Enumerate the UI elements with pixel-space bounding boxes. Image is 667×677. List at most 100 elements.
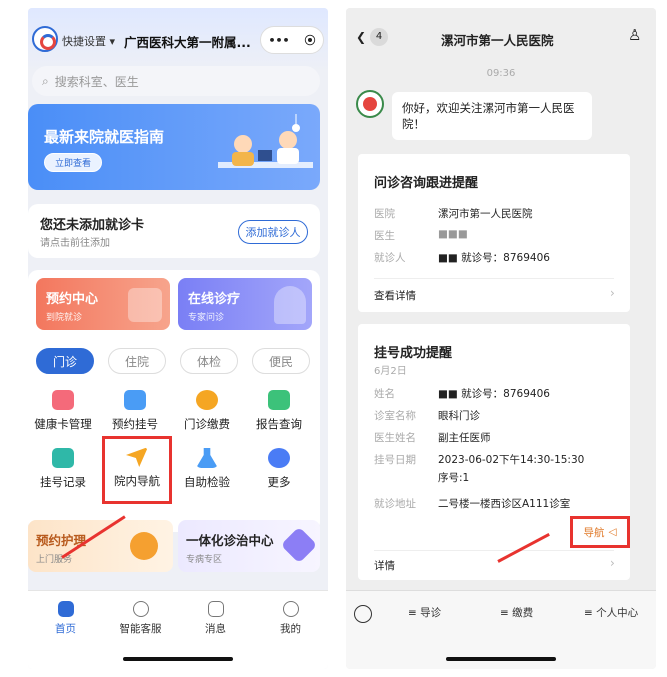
back-button[interactable]: ❮ 4 (356, 28, 389, 46)
quick-settings-label: 快捷设置 (62, 35, 106, 48)
booking-center-card[interactable]: 预约中心 到院就诊 (36, 278, 170, 330)
calendar-icon (128, 288, 162, 322)
appointment-item[interactable]: 预约挂号 (100, 390, 170, 438)
integrated-center-promo[interactable]: 一体化诊治中心 专病专区 (178, 520, 320, 572)
bottom-nav: 首页 智能客服 消息 我的 (28, 590, 328, 669)
registration-record-item[interactable]: 挂号记录 (28, 448, 98, 496)
details-link[interactable]: 详情 (374, 558, 395, 573)
registration-record-label: 挂号记录 (40, 475, 86, 489)
kv-row: 医院 漯河市第一人民医院 (374, 206, 533, 221)
integrated-center-title: 一体化诊治中心 (186, 533, 274, 548)
report-item[interactable]: 报告查询 (244, 390, 314, 438)
online-consult-title: 在线诊疗 (188, 292, 241, 307)
close-icon[interactable]: ⦿ (305, 32, 316, 48)
add-card-panel: 您还未添加就诊卡 请点击前往添加 添加就诊人 (28, 204, 320, 258)
kv-value: 副主任医师 (438, 432, 491, 444)
consult-reminder-card: 问诊咨询跟进提醒 医院 漯河市第一人民医院 医生 ■■■ 就诊人 ■■ 就诊号：876… (358, 154, 630, 312)
online-consult-card[interactable]: 在线诊疗 专家问诊 (178, 278, 312, 330)
kv-key: 就诊地址 (374, 498, 416, 510)
profile-icon[interactable]: ♙ (628, 26, 641, 44)
divider (374, 278, 614, 279)
kv-row: 就诊地址 二号楼一楼西诊区A111诊室 (374, 496, 570, 511)
kv-value: ■■ 就诊号：8769406 (438, 388, 550, 400)
chevron-right-icon: › (610, 556, 615, 570)
kv-row: 序号:1 (374, 470, 469, 485)
health-card-item[interactable]: 健康卡管理 (28, 390, 98, 438)
tab-inpatient[interactable]: 住院 (108, 348, 166, 374)
nav-messages-label: 消息 (205, 623, 226, 635)
tab-outpatient[interactable]: 门诊 (36, 348, 94, 374)
report-icon (268, 390, 290, 410)
kv-key: 医院 (374, 208, 395, 220)
kv-value: 眼科门诊 (438, 410, 480, 422)
add-card-title: 您还未添加就诊卡 (40, 218, 145, 233)
greeting-bubble: 你好，欢迎关注漯河市第一人民医院！ (392, 92, 592, 140)
tab-convenience[interactable]: 便民 (252, 348, 310, 374)
health-card-label: 健康卡管理 (34, 417, 92, 431)
kv-key (374, 470, 438, 485)
services-panel: 预约中心 到院就诊 在线诊疗 专家问诊 门诊 住院 体检 便民 健康卡管理 预约… (28, 270, 320, 532)
payment-icon (196, 390, 218, 410)
booking-center-sub: 到院就诊 (46, 313, 83, 323)
home-indicator (446, 657, 556, 661)
mini-program-capsule: ••• ⦿ (260, 26, 324, 54)
calendar-plus-icon (124, 390, 146, 410)
consult-card-title: 问诊咨询跟进提醒 (374, 176, 479, 191)
guide-banner[interactable]: 最新来院就医指南 立即查看 (28, 104, 320, 190)
kv-row: 医生姓名 副主任医师 (374, 430, 491, 445)
divider (374, 550, 614, 551)
more-icon[interactable]: ••• (268, 34, 289, 47)
headset-icon (132, 601, 149, 617)
nav-messages[interactable]: 消息 (178, 601, 253, 636)
hospital-logo (32, 26, 58, 52)
report-label: 报告查询 (256, 417, 302, 431)
left-phone-screen: 快捷设置 ▾ 广西医科大第一附属... ••• ⦿ ⌕ 搜索科室、医生 最新来院就… (28, 8, 328, 669)
message-icon (207, 601, 224, 617)
kv-key: 诊室名称 (374, 410, 416, 422)
menu-guide[interactable]: ≡ 导诊 (408, 605, 441, 620)
keyboard-icon[interactable] (354, 605, 372, 623)
nav-service[interactable]: 智能客服 (103, 601, 178, 636)
menu-personal-label: 个人中心 (596, 607, 639, 619)
health-card-icon (52, 390, 74, 410)
unread-count: 4 (370, 28, 389, 46)
grid-icon (268, 448, 290, 468)
official-account-avatar (356, 90, 384, 118)
menu-personal-center[interactable]: ≡ 个人中心 (584, 605, 638, 620)
kv-value: 2023-06-02下午14:30-15:30 (438, 454, 585, 466)
self-test-label: 自助检验 (184, 475, 230, 489)
hospital-navigation-item[interactable]: 院内导航 (102, 436, 172, 504)
more-label: 更多 (267, 475, 291, 489)
nav-home[interactable]: 首页 (28, 601, 103, 636)
payment-label: 门诊缴费 (184, 417, 230, 431)
payment-item[interactable]: 门诊缴费 (172, 390, 242, 438)
more-item[interactable]: 更多 (244, 448, 314, 496)
kv-key: 医生姓名 (374, 432, 416, 444)
quick-settings[interactable]: 快捷设置 ▾ (62, 33, 115, 49)
nursing-promo[interactable]: 预约护理 上门服务 (28, 520, 173, 572)
flask-icon (196, 448, 218, 468)
menu-guide-label: 导诊 (420, 607, 442, 619)
doctor-illustration (218, 114, 313, 168)
self-test-item[interactable]: 自助检验 (172, 448, 242, 496)
nursing-icon (130, 532, 158, 560)
integrated-center-sub: 专病专区 (186, 555, 223, 565)
nav-profile[interactable]: 我的 (253, 601, 328, 636)
menu-payment[interactable]: ≡ 缴费 (500, 605, 533, 620)
search-input[interactable]: ⌕ 搜索科室、医生 (32, 66, 320, 96)
right-phone-screen: ❮ 4 漯河市第一人民医院 ♙ 09:36 你好，欢迎关注漯河市第一人民医院！ 问… (346, 8, 656, 669)
navigate-button[interactable]: 导航 ◁ (570, 516, 630, 548)
search-icon: ⌕ (42, 73, 49, 88)
add-patient-button[interactable]: 添加就诊人 (238, 220, 308, 244)
record-icon (52, 448, 74, 468)
tab-checkup[interactable]: 体检 (180, 348, 238, 374)
back-arrow-icon: ❮ (356, 30, 367, 44)
kv-row: 挂号日期 2023-06-02下午14:30-15:30 (374, 452, 584, 467)
hospital-name: 广西医科大第一附属... (124, 35, 251, 50)
send-arrow-icon: ◁ (608, 526, 617, 538)
view-details-link[interactable]: 查看详情 (374, 288, 416, 303)
chevron-right-icon: › (610, 286, 615, 300)
kv-key: 就诊人 (374, 252, 406, 264)
banner-title: 最新来院就医指南 (44, 128, 165, 146)
banner-button[interactable]: 立即查看 (44, 153, 103, 172)
